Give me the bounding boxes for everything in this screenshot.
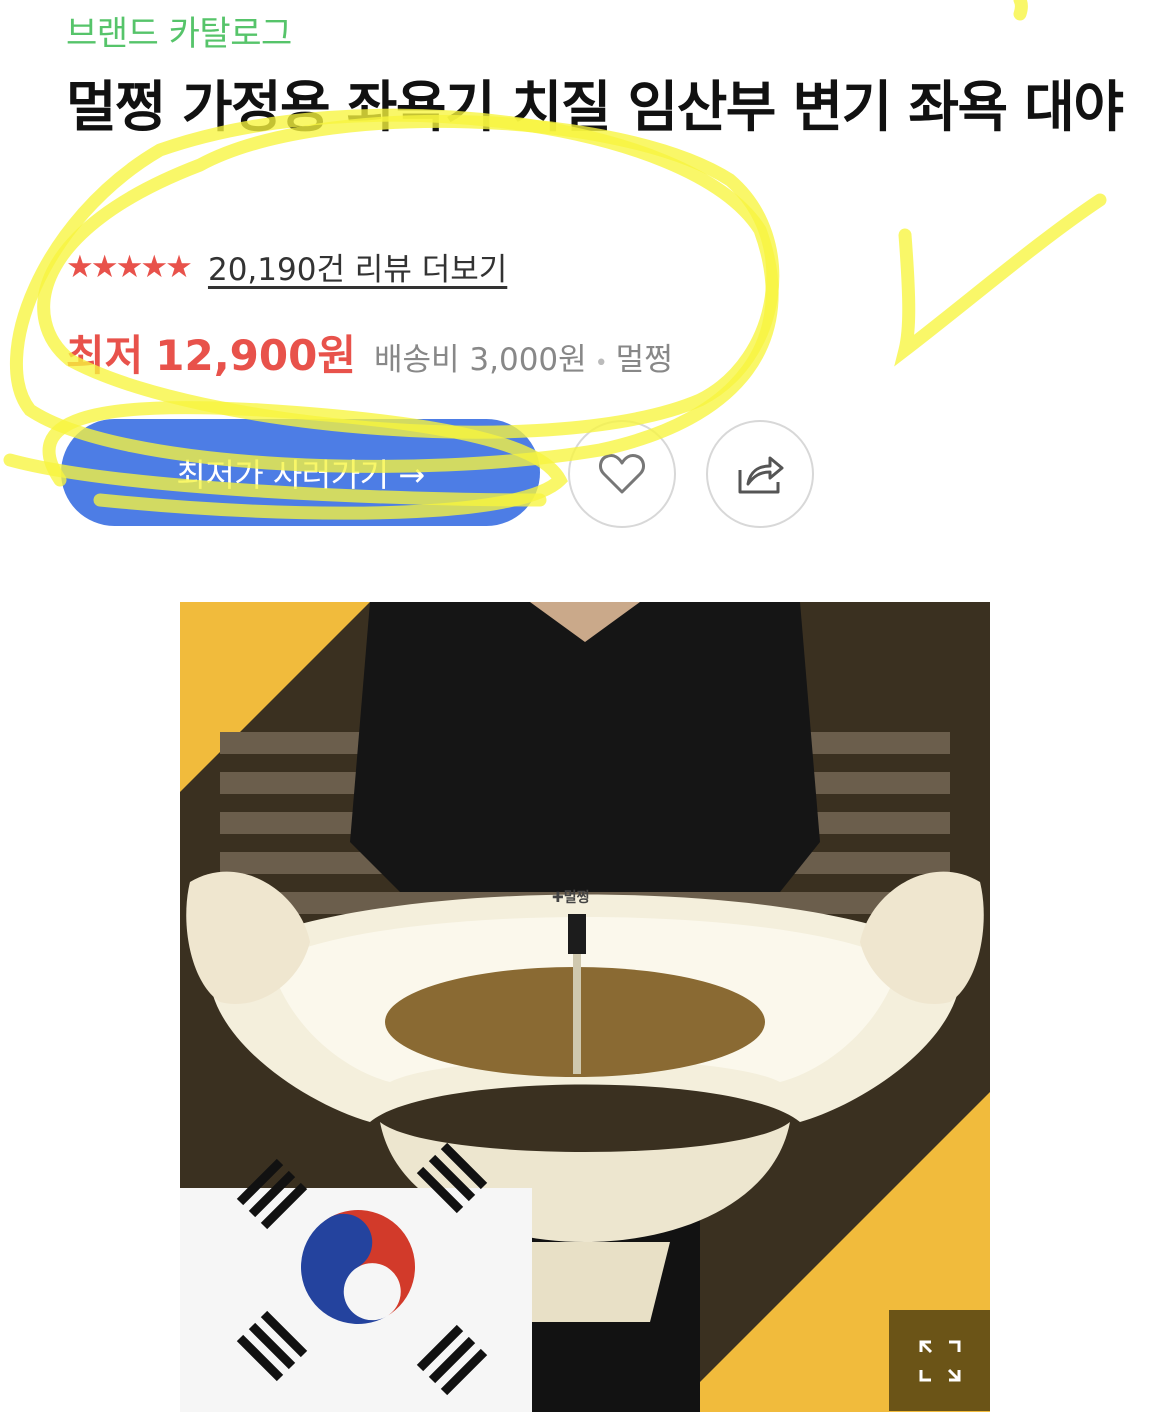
like-button[interactable] xyxy=(568,420,676,528)
rating-row: ★★★★★ 20,190건 리뷰 더보기 xyxy=(66,244,507,289)
expand-icon xyxy=(919,1340,960,1381)
buy-lowest-price-button[interactable]: 최저가 사러가기 → xyxy=(61,419,540,526)
shipping-fee: 배송비 3,000원 xyxy=(374,342,587,378)
review-link[interactable]: 20,190건 리뷰 더보기 xyxy=(208,244,507,289)
expand-image-button[interactable] xyxy=(889,1310,990,1411)
product-photo: ✚멀쩡 xyxy=(180,602,990,1412)
price-value: 12,900원 xyxy=(155,331,356,380)
price-row: 최저 12,900원 배송비 3,000원 • 멀쩡 xyxy=(66,322,673,383)
brand-logo-on-tub: ✚멀쩡 xyxy=(552,889,590,906)
price-label: 최저 xyxy=(66,331,144,380)
share-button[interactable] xyxy=(706,420,814,528)
product-title: 멀쩡 가정용 좌욕기 치질 임산부 변기 좌욕 대야 xyxy=(66,75,1124,139)
product-image[interactable]: ✚멀쩡 xyxy=(180,602,990,1412)
separator-dot: • xyxy=(594,351,608,376)
brand-catalog-link[interactable]: 브랜드 카탈로그 xyxy=(66,6,292,55)
heart-icon xyxy=(599,454,645,494)
share-icon xyxy=(738,456,784,494)
seller-name[interactable]: 멀쩡 xyxy=(616,334,673,379)
star-rating: ★★★★★ xyxy=(66,248,193,285)
